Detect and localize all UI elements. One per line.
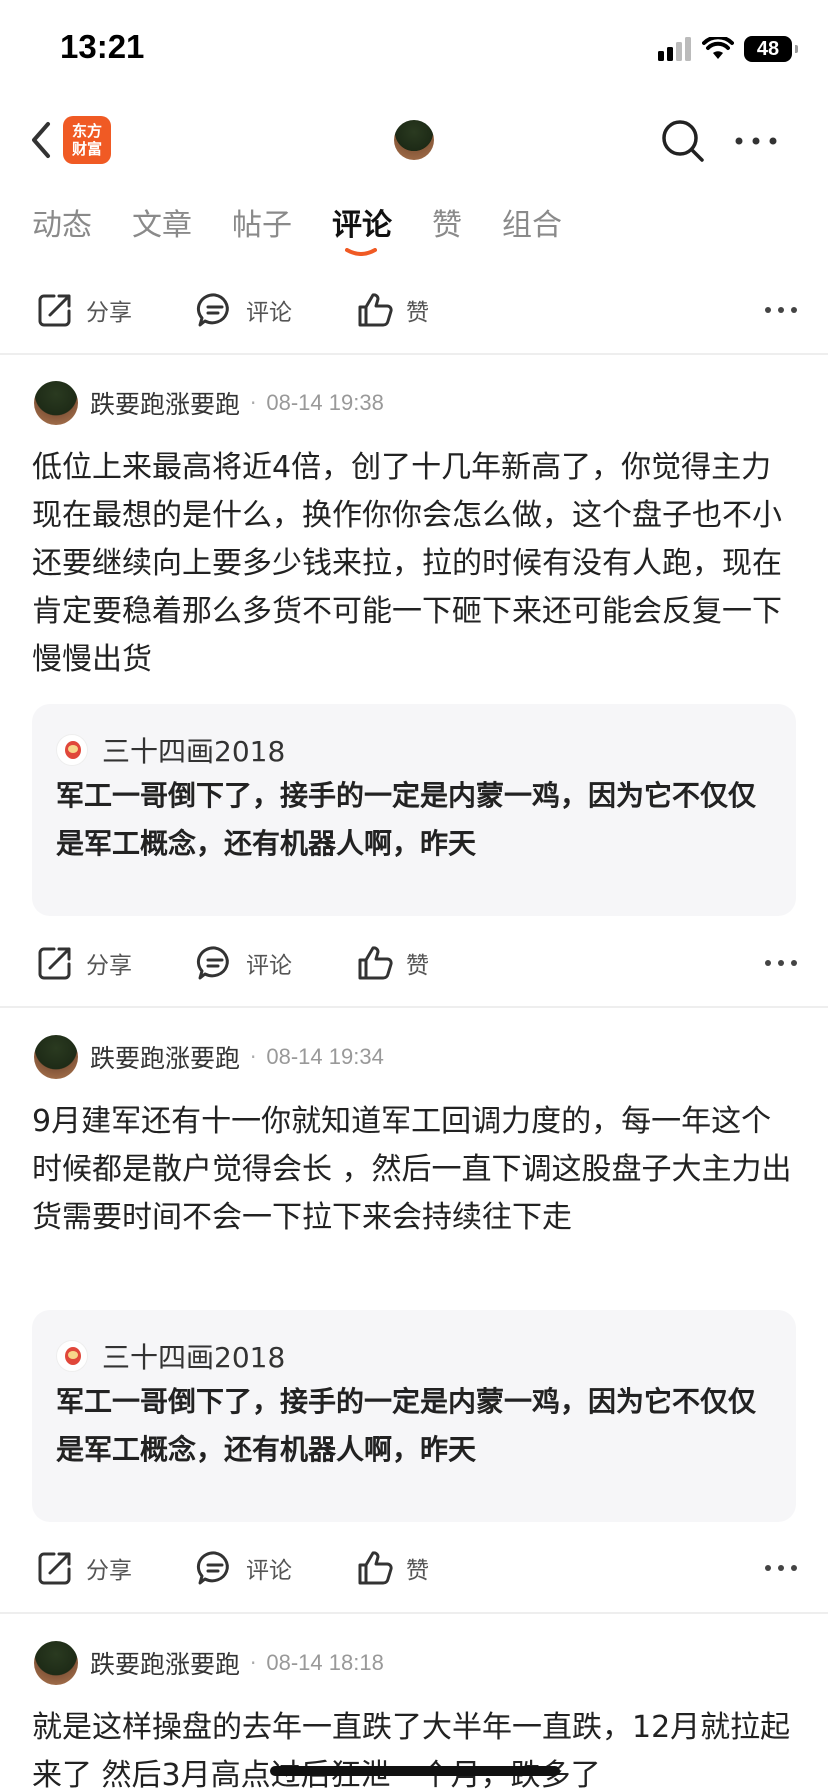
- post-header: 跌要跑涨要跑 · 08-14 19:34: [34, 1034, 814, 1080]
- like-label: 赞: [406, 953, 429, 979]
- post-text[interactable]: 低位上来最高将近4倍，创了十几年新高了，你觉得主力现在最想的是什么，换作你你会怎…: [32, 444, 796, 684]
- divider: [0, 1612, 828, 1614]
- more-options-icon[interactable]: [734, 136, 778, 146]
- tab-posts[interactable]: 帖子: [232, 200, 292, 244]
- comment-button[interactable]: 评论: [196, 933, 292, 993]
- comment-label: 评论: [246, 1558, 292, 1584]
- post-text[interactable]: 9月建军还有十一你就知道军工回调力度的，每一年这个时候都是散户觉得会长 ，然后一…: [32, 1098, 796, 1242]
- post-header: 跌要跑涨要跑 · 08-14 18:18: [34, 1640, 814, 1686]
- comment-button[interactable]: 评论: [196, 280, 292, 340]
- status-time: 13:21: [60, 28, 145, 65]
- share-icon: [38, 1552, 71, 1585]
- separator-dot: ·: [250, 1651, 257, 1675]
- tab-articles[interactable]: 文章: [132, 200, 192, 244]
- author-name[interactable]: 跌要跑涨要跑: [90, 1645, 240, 1681]
- battery-icon: 48: [744, 36, 798, 62]
- share-label: 分享: [86, 300, 132, 326]
- nav-bar: 东方 财富: [0, 100, 828, 180]
- share-icon: [38, 947, 71, 980]
- comment-icon: [196, 946, 229, 980]
- author-avatar[interactable]: [34, 1641, 78, 1685]
- share-button[interactable]: 分享: [36, 280, 132, 340]
- share-button[interactable]: 分享: [36, 1538, 132, 1598]
- tab-comments[interactable]: 评论: [332, 200, 392, 244]
- author-name[interactable]: 跌要跑涨要跑: [90, 1039, 240, 1075]
- quote-text: 军工一哥倒下了，接手的一定是内蒙一鸡，因为它不仅仅是军工概念，还有机器人啊，昨天: [56, 779, 757, 860]
- like-button[interactable]: 赞: [356, 280, 429, 340]
- back-icon[interactable]: [24, 118, 60, 162]
- share-button[interactable]: 分享: [36, 933, 132, 993]
- quote-avatar: [56, 734, 88, 766]
- like-label: 赞: [406, 1558, 429, 1584]
- action-row: 分享 评论 赞: [0, 1538, 828, 1598]
- action-row: 分享 评论 赞: [0, 280, 828, 340]
- comment-button[interactable]: 评论: [196, 1538, 292, 1598]
- comment-icon: [196, 293, 229, 327]
- divider: [0, 1006, 828, 1008]
- post-header: 跌要跑涨要跑 · 08-14 19:38: [34, 380, 814, 426]
- home-indicator[interactable]: [270, 1766, 560, 1776]
- separator-dot: ·: [250, 391, 257, 415]
- post-time: 08-14 19:38: [266, 390, 384, 415]
- more-icon[interactable]: [764, 1563, 798, 1573]
- more-icon[interactable]: [764, 305, 798, 315]
- signal-icon: [658, 37, 691, 61]
- tab-activity[interactable]: 动态: [32, 200, 92, 244]
- quote-text: 军工一哥倒下了，接手的一定是内蒙一鸡，因为它不仅仅是军工概念，还有机器人啊，昨天: [56, 1385, 757, 1466]
- share-label: 分享: [86, 953, 132, 979]
- quote-header: 三十四画2018: [56, 1336, 285, 1376]
- post-text[interactable]: 就是这样操盘的去年一直跌了大半年一直跌，12月就拉起来了 然后3月高点过后狂泄一…: [32, 1704, 796, 1792]
- like-label: 赞: [406, 300, 429, 326]
- quote-header: 三十四画2018: [56, 730, 285, 770]
- like-button[interactable]: 赞: [356, 933, 429, 993]
- quoted-comment[interactable]: 三十四画2018 军工一哥倒下了，接手的一定是内蒙一鸡，因为它不仅仅是军工概念，…: [32, 1310, 796, 1522]
- post-time: 08-14 19:34: [266, 1044, 384, 1069]
- separator-dot: ·: [250, 1045, 257, 1069]
- more-icon[interactable]: [764, 958, 798, 968]
- status-bar: 13:21 48: [0, 0, 828, 100]
- comment-label: 评论: [246, 300, 292, 326]
- share-label: 分享: [86, 1558, 132, 1584]
- share-icon: [38, 294, 71, 327]
- author-avatar[interactable]: [34, 1035, 78, 1079]
- comment-label: 评论: [246, 953, 292, 979]
- quote-avatar: [56, 1340, 88, 1372]
- status-icons: 48: [658, 34, 798, 64]
- active-tab-indicator: [345, 248, 377, 256]
- thumbs-up-icon: [358, 946, 393, 980]
- comment-icon: [196, 1551, 229, 1585]
- app-logo[interactable]: 东方 财富: [63, 116, 111, 164]
- thumbs-up-icon: [358, 293, 393, 327]
- author-avatar[interactable]: [34, 381, 78, 425]
- like-button[interactable]: 赞: [356, 1538, 429, 1598]
- author-name[interactable]: 跌要跑涨要跑: [90, 385, 240, 421]
- quoted-comment[interactable]: 三十四画2018 军工一哥倒下了，接手的一定是内蒙一鸡，因为它不仅仅是军工概念，…: [32, 704, 796, 916]
- thumbs-up-icon: [358, 1551, 393, 1585]
- quote-username[interactable]: 三十四画2018: [102, 730, 285, 770]
- post-time: 08-14 18:18: [266, 1650, 384, 1675]
- divider: [0, 353, 828, 355]
- tab-portfolios[interactable]: 组合: [502, 200, 562, 244]
- logo-line-2: 财富: [71, 140, 102, 158]
- quote-username[interactable]: 三十四画2018: [102, 1336, 285, 1376]
- profile-tabs: 动态 文章 帖子 评论 赞 组合: [0, 200, 828, 260]
- logo-line-1: 东方: [71, 122, 102, 140]
- search-icon[interactable]: [660, 118, 706, 164]
- action-row: 分享 评论 赞: [0, 933, 828, 993]
- tab-likes[interactable]: 赞: [432, 200, 462, 244]
- wifi-icon: [702, 37, 734, 59]
- user-avatar[interactable]: [394, 120, 434, 160]
